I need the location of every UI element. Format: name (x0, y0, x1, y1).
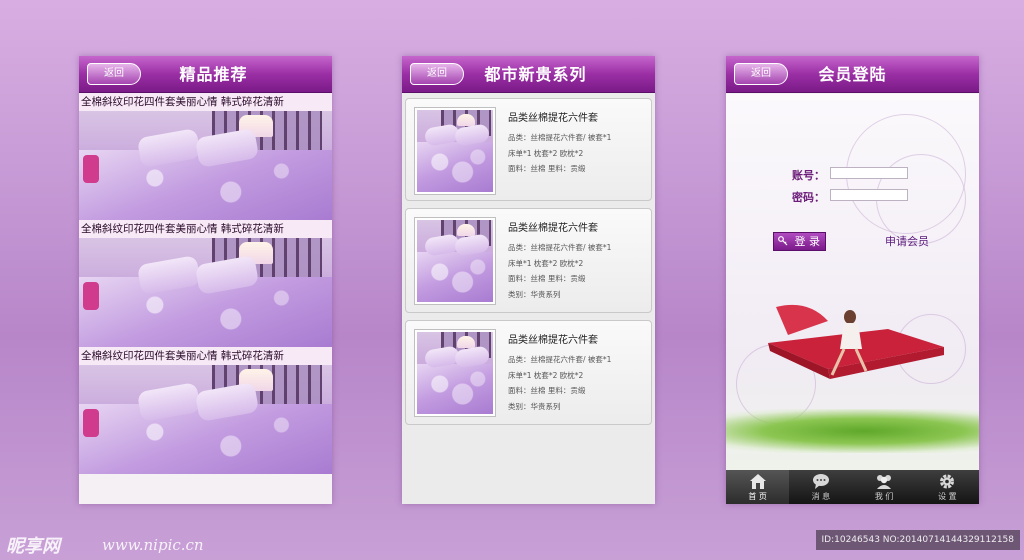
header-bar: 返回 精品推荐 (79, 56, 332, 93)
chat-bubble-icon (812, 474, 829, 489)
tab-label: 设 置 (938, 492, 957, 501)
product-card[interactable]: 全棉斜纹印花四件套美丽心情 韩式碎花清新 (79, 93, 332, 220)
tab-home[interactable]: 首 页 (726, 470, 790, 504)
product-detail: 品类：丝棉提花六件套/ 被套*1 (508, 355, 612, 364)
home-icon (749, 474, 766, 489)
product-title: 品类丝棉提花六件套 (508, 335, 598, 346)
product-detail: 类别：华贵系列 (508, 401, 561, 411)
bedding-photo (79, 365, 332, 474)
gear-icon (940, 474, 955, 489)
page-title: 会员登陆 (818, 65, 887, 84)
product-thumbnail (414, 329, 496, 417)
product-detail: 面料：丝棉 里料：贡缎 (508, 274, 586, 283)
product-detail: 面料：丝棉 里料：贡缎 (508, 386, 586, 395)
product-list: 品类丝棉提花六件套 品类：丝棉提花六件套/ 被套*1 床单*1 枕套*2 欧枕*… (402, 93, 655, 425)
product-caption: 全棉斜纹印花四件套美丽心情 韩式碎花清新 (79, 347, 332, 365)
password-row: 密码： (792, 189, 908, 205)
bedding-photo (79, 111, 332, 220)
page-title: 精品推荐 (179, 65, 248, 84)
header-bar: 返回 都市新贵系列 (402, 56, 655, 93)
grass-decoration (726, 409, 979, 453)
product-caption: 全棉斜纹印花四件套美丽心情 韩式碎花清新 (79, 220, 332, 238)
account-row: 账号： (792, 167, 908, 183)
login-button[interactable]: 登 录 (773, 232, 826, 251)
password-label: 密码： (792, 191, 825, 204)
people-icon (877, 475, 892, 489)
product-caption: 全棉斜纹印花四件套美丽心情 韩式碎花清新 (79, 93, 332, 111)
page-title: 都市新贵系列 (484, 65, 587, 84)
list-item[interactable]: 品类丝棉提花六件套 品类：丝棉提花六件套/ 被套*1 床单*1 枕套*2 欧枕*… (405, 98, 652, 201)
product-card[interactable]: 全棉斜纹印花四件套美丽心情 韩式碎花清新 (79, 220, 332, 347)
list-item[interactable]: 品类丝棉提花六件套 品类：丝棉提花六件套/ 被套*1 床单*1 枕套*2 欧枕*… (405, 208, 652, 313)
product-card[interactable]: 全棉斜纹印花四件套美丽心情 韩式碎花清新 (79, 347, 332, 474)
bedding-photo (79, 238, 332, 347)
product-detail: 品类：丝棉提花六件套/ 被套*1 (508, 133, 612, 142)
tab-label: 我 们 (874, 492, 894, 501)
series-screen: 返回 都市新贵系列 品类丝棉提花六件套 品类：丝棉提花六件套/ 被套*1 床单*… (402, 56, 655, 504)
account-input[interactable] (830, 167, 908, 179)
tab-label: 首 页 (748, 492, 767, 501)
header-bar: 返回 会员登陆 (726, 56, 979, 93)
recommend-screen: 返回 精品推荐 全棉斜纹印花四件套美丽心情 韩式碎花清新 全棉斜纹印花四件套美丽… (79, 56, 332, 504)
tab-about-us[interactable]: 我 们 (853, 470, 916, 504)
tab-label: 消 息 (811, 492, 831, 501)
watermark-logo: 昵享网 (6, 536, 60, 557)
login-label: 登 录 (794, 235, 821, 248)
product-detail: 品类：丝棉提花六件套/ 被套*1 (508, 243, 612, 252)
product-detail: 床单*1 枕套*2 欧枕*2 (508, 258, 584, 268)
apply-membership-link[interactable]: 申请会员 (885, 233, 929, 249)
product-detail: 面料：丝棉 里料：贡缎 (508, 164, 586, 173)
tab-messages[interactable]: 消 息 (789, 470, 852, 504)
tab-settings[interactable]: 设 置 (916, 470, 979, 504)
list-item[interactable]: 品类丝棉提花六件套 品类：丝棉提花六件套/ 被套*1 床单*1 枕套*2 欧枕*… (405, 320, 652, 425)
product-thumbnail (414, 217, 496, 305)
login-screen: 返回 会员登陆 账号： 密码： 登 录 申请会员 首 页 消 息 我 们 设 置 (726, 56, 979, 504)
product-title: 品类丝棉提花六件套 (508, 223, 598, 234)
tab-bar: 首 页 消 息 我 们 设 置 (726, 470, 979, 504)
product-thumbnail (414, 107, 496, 195)
password-input[interactable] (830, 189, 908, 201)
product-detail: 类别：华贵系列 (508, 289, 561, 299)
watermark-id: ID:10246543 NO:20140714144329112158 (815, 530, 1020, 550)
product-title: 品类丝棉提花六件套 (508, 113, 598, 124)
bed-model-illustration (768, 304, 944, 379)
product-detail: 床单*1 枕套*2 欧枕*2 (508, 148, 584, 158)
key-icon (778, 236, 788, 246)
watermark-url: www.nipic.cn (102, 536, 204, 554)
product-detail: 床单*1 枕套*2 欧枕*2 (508, 370, 584, 380)
login-panel: 账号： 密码： 登 录 申请会员 (726, 94, 979, 470)
account-label: 账号： (792, 169, 825, 182)
